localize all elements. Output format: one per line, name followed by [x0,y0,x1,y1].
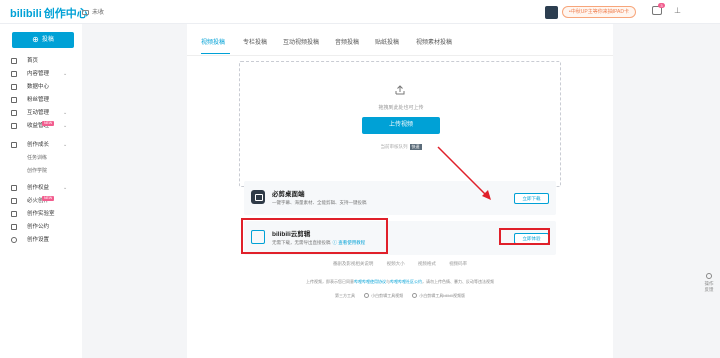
sidebar-item-growth[interactable]: 创作成长 ⌄ [0,139,82,151]
queue-note-text: 当前审核队列 [380,144,408,149]
sidebar: ⊕ 投稿 首页 内容管理 ⌄ 数据中心 粉丝管理 互动管理 ⌄ 收益管理 NEW ⌄ 创作… [0,24,82,358]
new-badge: NEW [42,121,55,126]
sidebar-item-label: 内容管理 [27,71,50,77]
info-link[interactable]: 视频大小 [387,261,405,266]
sidebar-item-data[interactable]: 数据中心 [0,81,82,93]
sidebar-item-label: 创作学院 [27,168,48,174]
highlight-box [499,228,550,245]
sidebar-item-label: 创作实验室 [27,211,55,217]
usage-agreement-link[interactable]: 哔哩哔哩使用协议 [354,279,386,284]
sidebar-item-lab[interactable]: 创作实验室 [0,208,82,220]
growth-icon [11,142,17,148]
info-link[interactable]: 番剧及影视相关说明 [333,261,374,266]
tab-video-material[interactable]: 视频素材投稿 [416,37,452,46]
new-badge: NEW [42,196,55,201]
lab-icon [11,211,17,217]
home-icon [11,58,17,64]
info-link[interactable]: 视频格式 [418,261,436,266]
sidebar-item-hot-creation[interactable]: 必火创作 NEW [0,195,82,207]
post-button-label: 投稿 [41,37,54,43]
people-icon [11,198,17,204]
document-icon [11,224,17,230]
logo[interactable]: bilibili 创作中心 [10,5,88,21]
mail-label: 未收 [92,10,105,16]
chevron-down-icon: ⌄ [63,110,68,116]
sidebar-item-settings[interactable]: 创作设置 [0,234,82,246]
card-title: 必剪桌面端 [272,191,305,198]
mail-icon [82,10,89,15]
fans-icon [11,97,17,103]
tab-interactive-video[interactable]: 互动视频投稿 [283,37,319,46]
tab-sticker[interactable]: 贴纸投稿 [375,37,399,46]
notification-badge: 3 [658,3,665,8]
third-party-tools: 第三方工具 小白剪辑工具视频 小白剪辑工具bilibili视频版 [187,293,613,299]
flag-icon [11,185,17,191]
interaction-icon [11,110,17,116]
chevron-down-icon: ⌄ [63,71,68,77]
card-description: 一键字幕、海量素材、全能剪辑、支持一键投稿 [272,200,367,205]
avatar[interactable] [545,6,558,19]
feedback-button[interactable]: 操作反馈 [704,273,714,293]
content-icon [11,71,17,77]
sidebar-item-interaction[interactable]: 互动管理 ⌄ [0,107,82,119]
sidebar-item-label: 创作成长 [27,142,50,148]
active-tab-indicator [201,53,230,54]
queue-chip: 快速 [409,144,422,150]
sidebar-item-academy[interactable]: 创作学院 [0,165,82,177]
upload-dropzone[interactable]: 拖拽到此处也可上传 上传视频 当前审核队列 快速 [239,61,561,187]
download-now-button[interactable]: 立即下载 [514,193,549,204]
sidebar-item-convention[interactable]: 创作公约 [0,221,82,233]
main-panel: 视频投稿 专栏投稿 互动视频投稿 音频投稿 贴纸投稿 视频素材投稿 拖拽到此处也… [187,24,613,358]
desktop-app-icon [251,190,265,204]
community-rules-link[interactable]: 哔哩哔哩社区公约 [390,279,422,284]
divider [187,55,613,56]
chevron-down-icon: ⌄ [63,142,68,148]
sidebar-item-fans[interactable]: 粉丝管理 [0,94,82,106]
sidebar-item-label: 数据中心 [27,84,50,90]
queue-note: 当前审核队列 快速 [240,144,562,150]
upload-video-button[interactable]: 上传视频 [362,117,440,134]
sidebar-item-label: 创作设置 [27,237,50,243]
drop-hint: 拖拽到此处也可上传 [378,105,424,111]
sidebar-item-label: 粉丝管理 [27,97,50,103]
tab-video[interactable]: 视频投稿 [201,37,225,46]
upload-icon[interactable]: ⊥ [674,6,681,15]
sidebar-item-label: 创作权益 [27,185,50,191]
tab-article[interactable]: 专栏投稿 [243,37,267,46]
gear-icon [11,237,17,243]
tab-bar: 视频投稿 专栏投稿 互动视频投稿 音频投稿 贴纸投稿 视频素材投稿 [187,34,613,56]
third-party-tool[interactable]: 小白剪辑工具视频 [364,293,403,298]
chevron-down-icon: ⌄ [63,123,68,129]
sidebar-item-label: 任务训练 [27,155,48,161]
info-link[interactable]: 视频码率 [449,261,467,266]
promo-banner[interactable]: •中秋UP主等你来抽IPAD卡 [562,6,636,18]
third-party-label: 第三方工具 [334,293,355,298]
logo-mark: bilibili [10,8,42,20]
info-links: 番剧及影视相关说明 视频大小 视频格式 视频码率 [187,261,613,267]
mail-link[interactable]: 未收 [82,7,104,16]
upload-notice: 上传视频，即表示您已同意哔哩哔哩使用协议与哔哩哔哩社区公约，请勿上传色情、暴力、… [306,279,494,284]
tool-icon [364,293,370,298]
data-icon [11,84,17,90]
top-bar: bilibili 创作中心 未收 •中秋UP主等你来抽IPAD卡 3 ⊥ [0,0,720,24]
feedback-icon [706,273,712,279]
income-icon [11,123,17,129]
highlight-box [241,218,388,254]
sidebar-item-label: 首页 [27,58,39,64]
sidebar-item-label: 创作公约 [27,224,50,230]
bijian-desktop-card: 必剪桌面端 一键字幕、海量素材、全能剪辑、支持一键投稿 立即下载 [244,181,556,215]
third-party-tool[interactable]: 小白剪辑工具bilibili视频版 [412,293,465,298]
plus-icon: ⊕ [32,35,39,44]
sidebar-item-home[interactable]: 首页 [0,55,82,67]
sidebar-item-income[interactable]: 收益管理 NEW ⌄ [0,120,82,132]
sidebar-item-content[interactable]: 内容管理 ⌄ [0,68,82,80]
tool-icon [412,293,418,298]
tab-audio[interactable]: 音频投稿 [335,37,359,46]
sidebar-item-tasks[interactable]: 任务训练 [0,152,82,164]
upload-cloud-icon [395,85,405,95]
sidebar-item-rights[interactable]: 创作权益 ⌄ [0,182,82,194]
post-button[interactable]: ⊕ 投稿 [12,32,74,48]
chevron-down-icon: ⌄ [63,185,68,191]
sidebar-item-label: 互动管理 [27,110,50,116]
